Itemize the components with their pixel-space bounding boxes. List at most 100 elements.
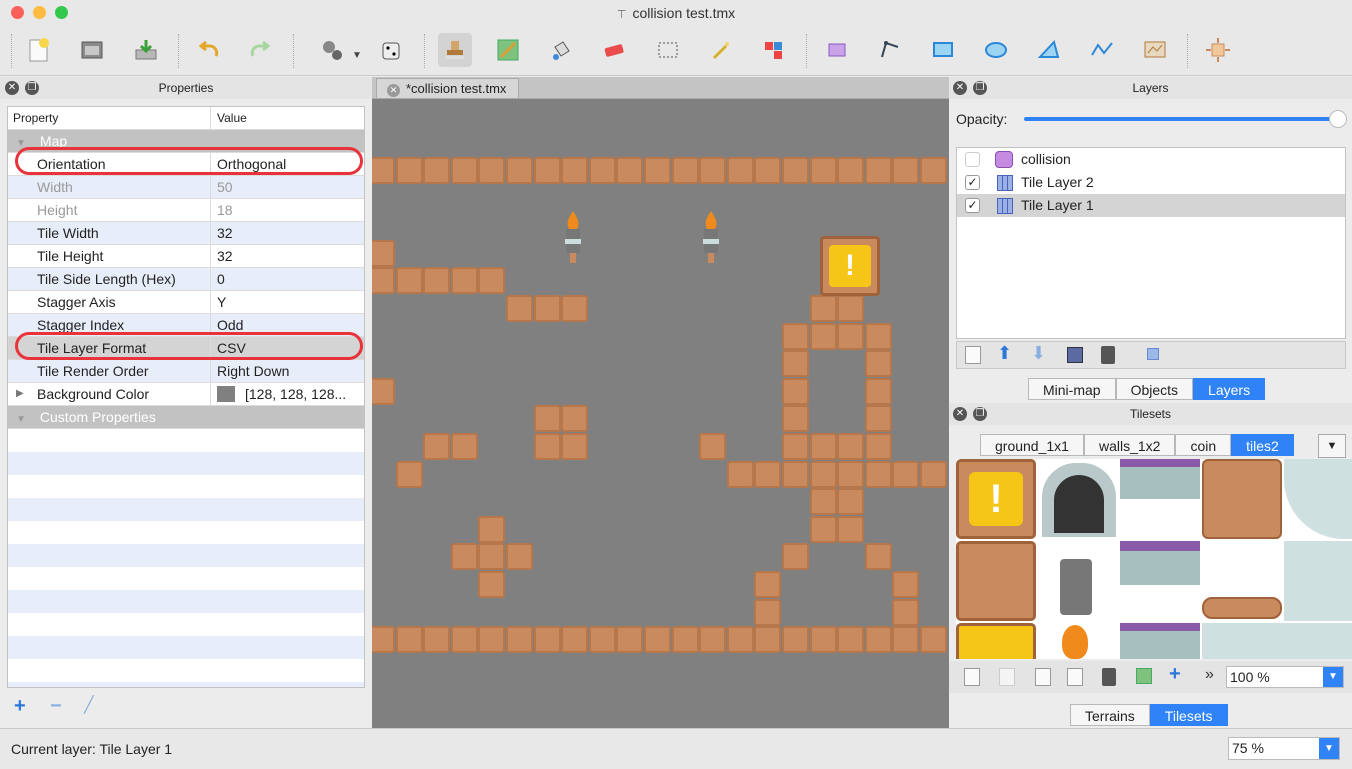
zoom-window-button[interactable] [55, 6, 68, 19]
visibility-checkbox[interactable]: ✓ [965, 175, 980, 190]
resize-map-button[interactable] [1201, 33, 1235, 67]
visibility-checkbox[interactable]: ✓ [965, 198, 980, 213]
property-value[interactable]: 32 [211, 245, 364, 267]
tab-mini-map[interactable]: Mini-map [1028, 378, 1116, 400]
tile-ice-corner[interactable] [1284, 459, 1352, 539]
minimize-window-button[interactable] [33, 6, 46, 19]
close-panel-icon[interactable]: ✕ [953, 81, 967, 95]
property-value[interactable]: Right Down [211, 360, 364, 382]
raise-layer-icon[interactable]: ⬆ [997, 343, 1012, 364]
insert-ellipse-button[interactable] [979, 33, 1013, 67]
new-layer-icon[interactable] [965, 346, 981, 364]
property-row-tile-side-length[interactable]: Tile Side Length (Hex) 0 [8, 268, 364, 291]
lower-layer-icon[interactable]: ⬇ [1031, 343, 1046, 364]
tile-purple-zigzag-3[interactable] [1120, 623, 1200, 659]
select-objects-button[interactable] [820, 33, 854, 67]
magic-wand-button[interactable] [704, 33, 738, 67]
property-value[interactable]: Odd [211, 314, 364, 336]
layer-options-icon[interactable] [1147, 348, 1159, 360]
eraser-button[interactable] [597, 33, 631, 67]
layer-row-tile-layer-2[interactable]: ✓ Tile Layer 2 [957, 171, 1345, 194]
tile-ice-ramp[interactable] [1202, 623, 1352, 659]
edit-terrain-icon[interactable] [1136, 668, 1152, 684]
visibility-checkbox[interactable] [965, 152, 980, 167]
insert-polyline-button[interactable] [1085, 33, 1119, 67]
bucket-fill-button[interactable] [544, 33, 578, 67]
float-panel-icon[interactable]: ❐ [973, 407, 987, 421]
property-row-width[interactable]: Width 50 [8, 176, 364, 199]
tab-objects[interactable]: Objects [1115, 378, 1194, 400]
close-window-button[interactable] [11, 6, 24, 19]
tab-terrains[interactable]: Terrains [1070, 704, 1150, 726]
edit-property-icon[interactable]: ╱ [84, 696, 94, 716]
redo-button[interactable] [243, 33, 277, 67]
property-row-stagger-index[interactable]: Stagger Index Odd [8, 314, 364, 337]
duplicate-layer-icon[interactable] [1067, 347, 1083, 363]
tileset-properties-icon[interactable] [1067, 668, 1083, 686]
tab-ground-1x1[interactable]: ground_1x1 [980, 434, 1084, 456]
tab-walls-1x2[interactable]: walls_1x2 [1083, 434, 1176, 456]
color-swatch[interactable] [217, 386, 235, 402]
property-row-orientation[interactable]: Orientation Orthogonal [8, 153, 364, 176]
property-row-tile-render-order[interactable]: Tile Render Order Right Down [8, 360, 364, 383]
insert-rectangle-button[interactable] [926, 33, 960, 67]
close-tab-icon[interactable]: ✕ [387, 84, 400, 97]
new-tileset-icon[interactable] [964, 668, 980, 686]
section-custom-properties[interactable]: ▼ Custom Properties [8, 406, 364, 429]
terrain-brush-button[interactable] [491, 33, 525, 67]
map-zoom-select[interactable]: 75 % ▼ [1228, 737, 1340, 760]
dice-button[interactable] [375, 33, 409, 67]
insert-tile-button[interactable] [1138, 33, 1172, 67]
tab-layers[interactable]: Layers [1193, 378, 1266, 400]
random-mode-button[interactable] [315, 33, 349, 67]
tileset-zoom-select[interactable]: 100 % ▼ [1226, 666, 1344, 688]
opacity-slider-handle[interactable] [1329, 110, 1347, 128]
stamp-brush-button[interactable] [438, 33, 472, 67]
chevron-down-icon[interactable]: ▼ [352, 50, 362, 61]
property-row-stagger-axis[interactable]: Stagger Axis Y [8, 291, 364, 314]
property-row-background-color[interactable]: ▶ Background Color [128, 128, 128... [8, 383, 364, 406]
property-value[interactable]: 32 [211, 222, 364, 244]
remove-property-icon[interactable]: − [50, 696, 62, 716]
opacity-slider[interactable] [1024, 117, 1340, 121]
expand-triangle-icon[interactable]: ▶ [16, 383, 24, 405]
close-panel-icon[interactable]: ✕ [5, 81, 19, 95]
export-tileset-icon[interactable] [1035, 668, 1051, 686]
tile-purple-zigzag[interactable] [1120, 459, 1200, 499]
import-tileset-icon[interactable] [999, 668, 1015, 686]
open-file-button[interactable] [75, 33, 109, 67]
tile-purple-zigzag-2[interactable] [1120, 541, 1200, 585]
add-tiles-icon[interactable]: + [1169, 663, 1181, 686]
property-row-tile-layer-format[interactable]: Tile Layer Format CSV [8, 337, 364, 360]
map-canvas[interactable]: ! [372, 99, 949, 728]
float-panel-icon[interactable]: ❐ [25, 81, 39, 95]
edit-polygons-button[interactable] [873, 33, 907, 67]
close-panel-icon[interactable]: ✕ [953, 407, 967, 421]
tile-brown-block[interactable] [956, 541, 1036, 621]
add-property-icon[interactable]: + [14, 696, 26, 716]
new-file-button[interactable] [22, 33, 56, 67]
property-value[interactable]: Y [211, 291, 364, 313]
more-actions-icon[interactable]: » [1205, 666, 1214, 684]
tile-wood-plank[interactable] [1202, 597, 1282, 619]
property-value[interactable]: CSV [211, 337, 364, 359]
section-map[interactable]: ▼ Map [8, 130, 364, 153]
document-tab[interactable]: ✕ *collision test.tmx [376, 78, 520, 99]
tile-dirt-block[interactable] [1202, 459, 1282, 539]
tileset-grid[interactable]: ! [956, 459, 1352, 659]
tileset-menu-button[interactable]: ▼ [1318, 434, 1346, 458]
tab-tilesets[interactable]: Tilesets [1149, 704, 1228, 726]
layer-row-collision[interactable]: collision [957, 148, 1345, 171]
color-value[interactable]: [128, 128, 128... [211, 383, 364, 405]
tile-yellow-block[interactable] [956, 623, 1036, 659]
property-value[interactable]: 0 [211, 268, 364, 290]
undo-button[interactable] [192, 33, 226, 67]
property-row-tile-width[interactable]: Tile Width 32 [8, 222, 364, 245]
delete-tileset-icon[interactable] [1102, 668, 1116, 686]
tile-torch[interactable] [1060, 559, 1092, 615]
float-panel-icon[interactable]: ❐ [973, 81, 987, 95]
property-row-height[interactable]: Height 18 [8, 199, 364, 222]
delete-layer-icon[interactable] [1101, 346, 1115, 364]
tile-question-block[interactable]: ! [956, 459, 1036, 539]
tile-door[interactable] [1042, 463, 1116, 537]
